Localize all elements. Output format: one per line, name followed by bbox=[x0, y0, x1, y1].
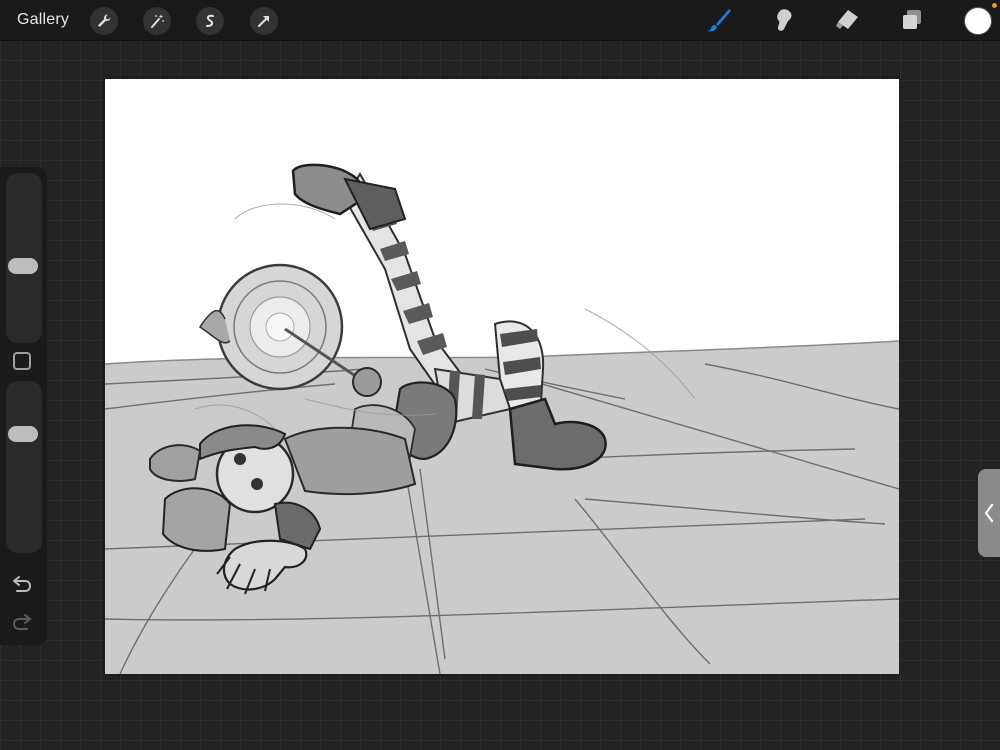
top-toolbar: Gallery bbox=[0, 0, 1000, 41]
adjustments-button[interactable] bbox=[143, 7, 171, 35]
brush-icon bbox=[707, 9, 731, 32]
transform-button[interactable] bbox=[250, 7, 278, 35]
eraser-icon bbox=[836, 10, 858, 29]
wrench-icon bbox=[98, 14, 111, 27]
undo-icon bbox=[13, 576, 32, 592]
drawing-canvas[interactable] bbox=[105, 79, 899, 674]
eraser-tool[interactable] bbox=[833, 6, 861, 34]
smudge-tool[interactable] bbox=[769, 6, 797, 34]
transform-arrow-icon bbox=[258, 16, 269, 27]
redo-button[interactable] bbox=[10, 613, 34, 633]
undo-button[interactable] bbox=[10, 575, 34, 595]
gallery-button[interactable]: Gallery bbox=[17, 11, 69, 29]
redo-icon bbox=[12, 614, 31, 630]
right-panel-handle[interactable] bbox=[978, 469, 1000, 557]
color-picker-button[interactable] bbox=[964, 7, 992, 35]
modify-button[interactable] bbox=[13, 352, 31, 370]
brush-opacity-thumb[interactable] bbox=[8, 426, 38, 442]
layers-button[interactable] bbox=[898, 6, 926, 34]
brush-size-slider[interactable] bbox=[6, 173, 42, 343]
layers-icon bbox=[903, 10, 921, 29]
selection-s-icon bbox=[206, 14, 214, 27]
left-sidebar bbox=[0, 167, 47, 645]
selection-button[interactable] bbox=[196, 7, 224, 35]
magic-wand-icon bbox=[151, 14, 164, 28]
brush-size-thumb[interactable] bbox=[8, 258, 38, 274]
notification-dot bbox=[992, 3, 997, 8]
smudge-icon bbox=[777, 9, 792, 31]
chevron-left-icon bbox=[984, 503, 994, 523]
sketch-artwork bbox=[105, 163, 899, 674]
paint-tool[interactable] bbox=[705, 6, 733, 34]
procreate-app: Gallery bbox=[0, 0, 1000, 750]
actions-button[interactable] bbox=[90, 7, 118, 35]
brush-opacity-slider[interactable] bbox=[6, 381, 42, 553]
